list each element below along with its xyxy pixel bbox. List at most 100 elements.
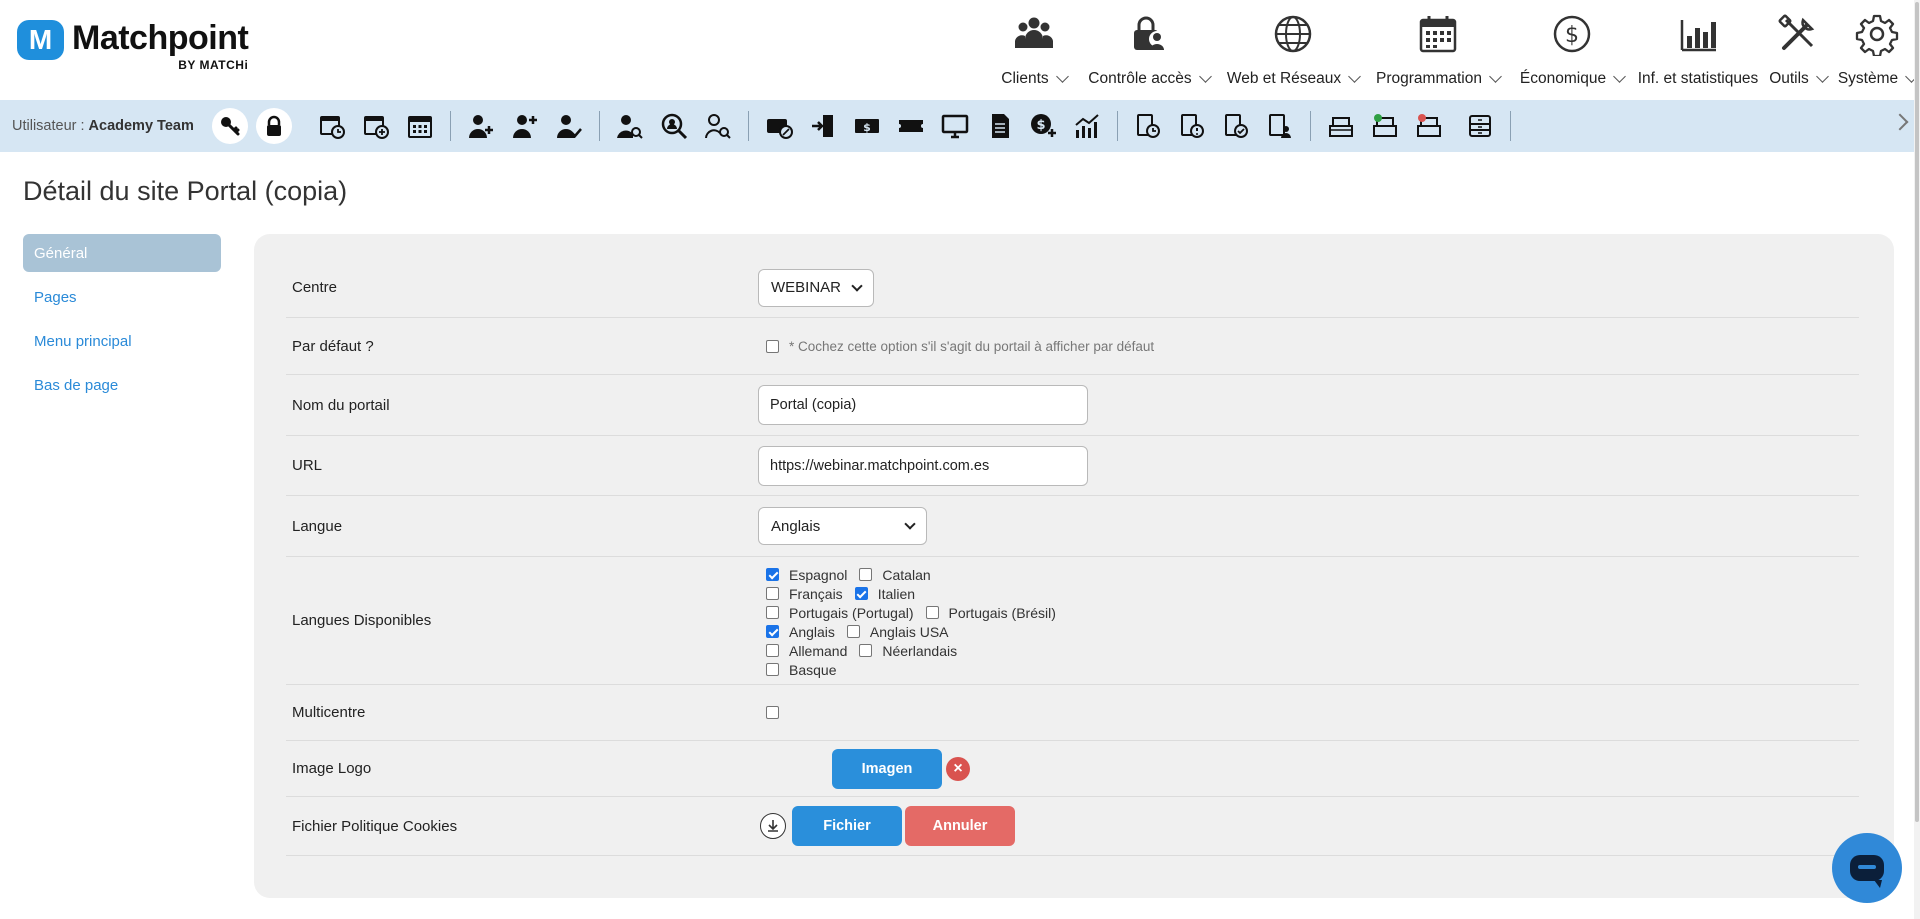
lang-checkbox[interactable] (766, 663, 779, 676)
lang-checkbox[interactable] (925, 606, 939, 619)
lock-session-button[interactable] (255, 108, 292, 144)
url-input[interactable]: https://webinar.matchpoint.com.es (758, 445, 1088, 486)
document-alert-icon (1180, 114, 1204, 138)
tb-search-person[interactable] (659, 111, 689, 141)
lang-checkbox[interactable] (766, 587, 779, 600)
remove-image-icon[interactable]: × (946, 756, 970, 781)
lang-checkbox[interactable] (766, 568, 779, 581)
nav-web-networks[interactable]: Web et Réseaux (1220, 8, 1366, 98)
person-search-icon (661, 113, 687, 140)
nav-statistics[interactable]: Inf. et statistiques (1634, 8, 1762, 98)
ticket-icon (898, 120, 923, 132)
matchpoint-logo[interactable]: M Matchpoint BY MATCHi (17, 20, 249, 72)
tb-doc-alert[interactable] (1177, 111, 1207, 141)
lang-option[interactable]: Français (766, 586, 843, 602)
lang-checkbox[interactable] (859, 568, 873, 581)
nav-system[interactable]: Système (1834, 8, 1920, 98)
default-checkbox[interactable] (766, 339, 779, 353)
tb-monitor[interactable] (940, 111, 970, 141)
tb-user-search[interactable] (615, 111, 645, 141)
tb-entry[interactable] (808, 111, 838, 141)
chevron-down-icon (1815, 70, 1829, 83)
tb-cash-register[interactable] (1326, 111, 1356, 141)
lang-option[interactable]: Allemand (766, 643, 847, 659)
user-label: Utilisateur : (12, 118, 85, 134)
lang-label: Espagnol (789, 566, 848, 583)
chevron-down-icon (1055, 70, 1069, 83)
chat-widget-button[interactable] (1832, 833, 1902, 903)
main-nav: Clients Contrôle accès Web et Réseaux Pr… (990, 8, 1920, 98)
tb-document[interactable] (984, 111, 1014, 141)
tb-discount[interactable] (764, 111, 794, 141)
portal-name-input[interactable]: Portal (copia) (758, 385, 1088, 425)
centre-select[interactable]: WEBINAR (758, 268, 875, 307)
sidenav-item-general[interactable]: Général (23, 234, 221, 272)
cancel-button[interactable]: Annuler (905, 806, 1015, 846)
tb-calendar-clock[interactable] (317, 111, 347, 141)
lang-option[interactable]: Catalan (859, 567, 931, 583)
language-label: Langue (292, 517, 343, 535)
document-check-icon (1224, 114, 1248, 138)
row-language: Langue Anglais (286, 496, 1859, 557)
row-multicentre: Multicentre (286, 685, 1859, 741)
tb-cash-open[interactable] (1370, 111, 1400, 141)
tb-add-member[interactable] (510, 111, 540, 141)
centre-label: Centre (292, 279, 338, 296)
lang-label: Basque (789, 661, 837, 678)
nav-programming[interactable]: Programmation (1366, 8, 1510, 98)
lang-checkbox[interactable] (766, 606, 779, 619)
lang-checkbox[interactable] (854, 587, 868, 600)
tb-user-check[interactable] (554, 111, 584, 141)
scrollbar-thumb[interactable] (1915, 2, 1919, 822)
chevron-right-icon[interactable] (1891, 113, 1909, 131)
tb-add-user[interactable] (466, 111, 496, 141)
tb-user-lookup[interactable] (703, 111, 733, 141)
lang-checkbox[interactable] (766, 625, 779, 638)
document-clock-icon (1136, 114, 1160, 138)
tb-cash-close[interactable] (1414, 111, 1444, 141)
nav-tools[interactable]: Outils (1762, 8, 1834, 98)
tb-drawer[interactable] (1465, 111, 1495, 141)
upload-image-button[interactable]: Imagen (832, 748, 942, 789)
lang-option[interactable]: Anglais (766, 624, 835, 640)
nav-access-control[interactable]: Contrôle accès (1078, 8, 1220, 98)
lang-checkbox[interactable] (859, 644, 873, 657)
tb-doc-clock[interactable] (1133, 111, 1163, 141)
lang-label: Allemand (789, 642, 848, 659)
tb-ticket[interactable] (896, 111, 926, 141)
nav-system-label: Système (1837, 70, 1899, 87)
available-languages-label: Langues Disponibles (292, 612, 432, 629)
change-password-button[interactable] (211, 108, 248, 144)
lang-option[interactable]: Espagnol (766, 567, 847, 583)
default-hint: * Cochez cette option s'il s'agit du por… (789, 338, 1155, 354)
lang-checkbox[interactable] (846, 625, 860, 638)
cookies-label: Fichier Politique Cookies (292, 817, 458, 835)
available-languages-list: Espagnol Catalan Français Italien Portug… (766, 565, 1068, 679)
tb-add-payment[interactable]: $ (1028, 111, 1058, 141)
lang-option[interactable]: Portugais (Portugal) (766, 605, 914, 621)
nav-clients[interactable]: Clients (990, 8, 1078, 98)
multicentre-checkbox[interactable] (766, 706, 779, 719)
page-scrollbar[interactable] (1914, 0, 1920, 919)
nav-economic-label: Économique (1519, 70, 1607, 87)
tb-calendar[interactable] (405, 111, 435, 141)
lang-option[interactable]: Néerlandais (859, 643, 957, 659)
lang-option[interactable]: Anglais USA (846, 624, 949, 640)
tb-payment[interactable]: $ (852, 111, 882, 141)
sidenav-item-main-menu[interactable]: Menu principal (23, 322, 221, 360)
sidenav-item-pages[interactable]: Pages (23, 278, 221, 316)
tb-calendar-add[interactable] (361, 111, 391, 141)
tb-doc-check[interactable] (1221, 111, 1251, 141)
download-icon[interactable] (760, 813, 786, 839)
tb-growth[interactable] (1072, 111, 1102, 141)
lang-option[interactable]: Portugais (Brésil) (925, 605, 1056, 621)
language-select[interactable]: Anglais (758, 507, 927, 545)
sidenav-item-footer[interactable]: Bas de page (23, 366, 221, 404)
lang-checkbox[interactable] (766, 644, 779, 657)
tb-doc-user[interactable] (1265, 111, 1295, 141)
upload-file-button[interactable]: Fichier (792, 806, 902, 846)
lang-option[interactable]: Basque (766, 662, 836, 678)
lang-option[interactable]: Italien (854, 586, 915, 602)
chevron-down-icon (1613, 70, 1626, 83)
nav-economic[interactable]: $ Économique (1510, 8, 1634, 98)
